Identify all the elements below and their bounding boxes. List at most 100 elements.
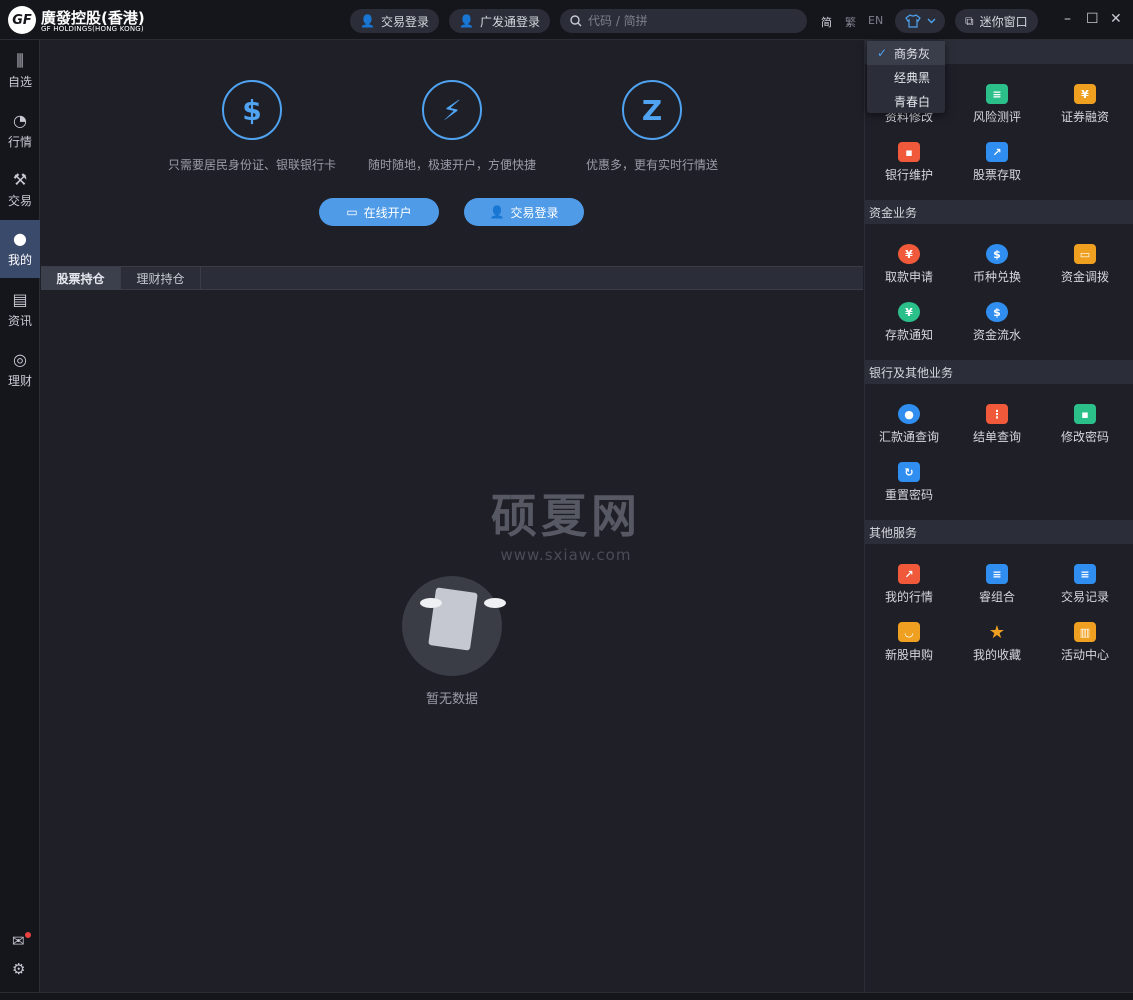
dollar-icon: $: [222, 80, 282, 140]
logo-name-en: GF HOLDINGS(HONG KONG): [41, 25, 144, 33]
service-label: 我的收藏: [972, 648, 1021, 662]
lightning-icon: ⚡: [422, 80, 482, 140]
lock-icon: ▪: [1074, 404, 1096, 424]
service-bank-maintenance[interactable]: ▪ 银行维护: [865, 142, 953, 183]
service-fund-transfer[interactable]: ▭ 资金调拨: [1041, 244, 1129, 285]
empty-state-icon: [402, 576, 506, 676]
chevron-down-icon: [927, 18, 935, 24]
nav-item-news[interactable]: ▤ 资讯: [0, 281, 40, 339]
user-icon: 👤: [489, 205, 505, 219]
nav-item-market[interactable]: ◔ 行情: [0, 102, 40, 160]
skin-option-classic-black[interactable]: 经典黑: [867, 65, 945, 89]
open-account-label: 在线开户: [363, 205, 412, 220]
gf-login-button[interactable]: 👤 广发通登录: [449, 9, 550, 33]
search-box[interactable]: [560, 9, 807, 33]
discount-icon: Z: [622, 80, 682, 140]
service-statement-query[interactable]: ⋮ 结单查询: [953, 404, 1041, 445]
service-trade-records[interactable]: ≡ 交易记录: [1041, 564, 1129, 605]
wallet-icon: ▪: [898, 142, 920, 162]
service-fund-flow[interactable]: $ 资金流水: [953, 302, 1041, 343]
person-icon: ●: [898, 404, 920, 424]
app-window: GF 廣發控股(香港) GF HOLDINGS(HONG KONG) 👤 交易登…: [0, 0, 1133, 1000]
service-deposit-notice[interactable]: ¥ 存款通知: [865, 302, 953, 343]
section-header-funds: 资金业务: [865, 200, 1133, 224]
coin-icon: ◎: [13, 350, 27, 369]
tab-wealth-holdings[interactable]: 理财持仓: [121, 267, 201, 290]
service-my-quotes[interactable]: ↗ 我的行情: [865, 564, 953, 605]
reset-lock-icon: ↻: [898, 462, 920, 482]
close-icon[interactable]: ✕: [1110, 11, 1122, 27]
nav-label: 自选: [7, 75, 32, 89]
settings-icon[interactable]: ⚙: [12, 960, 25, 978]
record-icon: ≡: [1074, 564, 1096, 584]
card-icon: ▭: [1074, 244, 1096, 264]
service-label: 币种兑换: [972, 270, 1021, 284]
top-bar: GF 廣發控股(香港) GF HOLDINGS(HONG KONG) 👤 交易登…: [0, 0, 1133, 40]
service-reset-password[interactable]: ↻ 重置密码: [865, 462, 953, 503]
trade-login-cta-button[interactable]: 👤 交易登录: [464, 198, 584, 226]
lang-english[interactable]: EN: [868, 14, 883, 27]
shopping-bag-icon: ◡: [898, 622, 920, 642]
service-activity-center[interactable]: ▥ 活动中心: [1041, 622, 1129, 663]
user-icon: 👤: [459, 14, 474, 28]
shirt-icon: [904, 14, 921, 28]
holdings-tabs: 股票持仓 理财持仓: [41, 266, 863, 290]
open-account-button[interactable]: ▭ 在线开户: [319, 198, 439, 226]
mini-window-icon: ⧉: [965, 13, 974, 28]
service-label: 存款通知: [884, 328, 933, 342]
trend-icon: ◔: [13, 111, 27, 130]
skin-button[interactable]: [895, 9, 945, 33]
skin-option-business-gray[interactable]: ✓ 商务灰: [867, 41, 945, 65]
lang-traditional[interactable]: 繁: [845, 14, 856, 30]
service-stock-deposit[interactable]: ↗ 股票存取: [953, 142, 1041, 183]
ticket-icon: ⋮: [986, 404, 1008, 424]
left-nav: ⫼ 自选 ◔ 行情 ⚒ 交易 ● 我的 ▤ 资讯 ◎ 理财 ✉ ⚙: [0, 40, 40, 992]
nav-label: 行情: [7, 135, 32, 149]
tab-stock-holdings[interactable]: 股票持仓: [41, 267, 121, 290]
service-label: 取款申请: [884, 270, 933, 284]
service-label: 交易记录: [1060, 590, 1109, 604]
service-label: 结单查询: [972, 430, 1021, 444]
service-change-password[interactable]: ▪ 修改密码: [1041, 404, 1129, 445]
service-remittance-query[interactable]: ● 汇款通查询: [865, 404, 953, 445]
wing-icon: [484, 598, 506, 608]
card-icon: ▭: [346, 205, 358, 219]
lang-simplified[interactable]: 简: [821, 14, 832, 30]
service-ipo-subscription[interactable]: ◡ 新股申购: [865, 622, 953, 663]
mini-window-label: 迷你窗口: [979, 14, 1028, 29]
search-input[interactable]: [588, 14, 788, 28]
hand-coin-icon: ¥: [1074, 84, 1096, 104]
service-my-favorites[interactable]: ★ 我的收藏: [953, 622, 1041, 663]
service-label: 我的行情: [884, 590, 933, 604]
gift-icon: ▥: [1074, 622, 1096, 642]
money-bag-icon: ¥: [898, 302, 920, 322]
nav-label: 我的: [7, 253, 32, 267]
nav-item-watchlist[interactable]: ⫼ 自选: [0, 42, 40, 100]
minimize-icon[interactable]: –: [1064, 11, 1071, 27]
service-label: 股票存取: [972, 168, 1021, 182]
maximize-icon[interactable]: ☐: [1086, 11, 1099, 27]
trade-login-button[interactable]: 👤 交易登录: [350, 9, 439, 33]
service-currency-exchange[interactable]: $ 币种兑换: [953, 244, 1041, 285]
nav-item-trade[interactable]: ⚒ 交易: [0, 161, 40, 219]
checkmark-icon: ✓: [877, 46, 888, 60]
nav-item-wealth[interactable]: ◎ 理财: [0, 341, 40, 399]
nav-item-mine[interactable]: ● 我的: [0, 220, 40, 278]
mail-icon[interactable]: ✉: [12, 932, 25, 950]
exchange-icon: $: [986, 244, 1008, 264]
skin-option-youth-white[interactable]: 青春白: [867, 89, 945, 113]
skin-dropdown-menu: ✓ 商务灰 经典黑 青春白: [867, 41, 945, 113]
logo: GF 廣發控股(香港) GF HOLDINGS(HONG KONG): [8, 6, 148, 34]
service-smart-portfolio[interactable]: ≡ 睿组合: [953, 564, 1041, 605]
service-risk-assessment[interactable]: ≡ 风险测评: [953, 84, 1041, 125]
money-bag-icon: ¥: [898, 244, 920, 264]
gf-login-label: 广发通登录: [479, 14, 540, 29]
section-header-other: 其他服务: [865, 520, 1133, 544]
notification-dot: [25, 932, 31, 938]
service-label: 活动中心: [1060, 648, 1109, 662]
service-withdrawal[interactable]: ¥ 取款申请: [865, 244, 953, 285]
service-margin-financing[interactable]: ¥ 证券融资: [1041, 84, 1129, 125]
user-icon: 👤: [360, 14, 375, 28]
feature-discount: Z 优惠多，更有实时行情送: [532, 80, 772, 173]
mini-window-button[interactable]: ⧉ 迷你窗口: [955, 9, 1038, 33]
